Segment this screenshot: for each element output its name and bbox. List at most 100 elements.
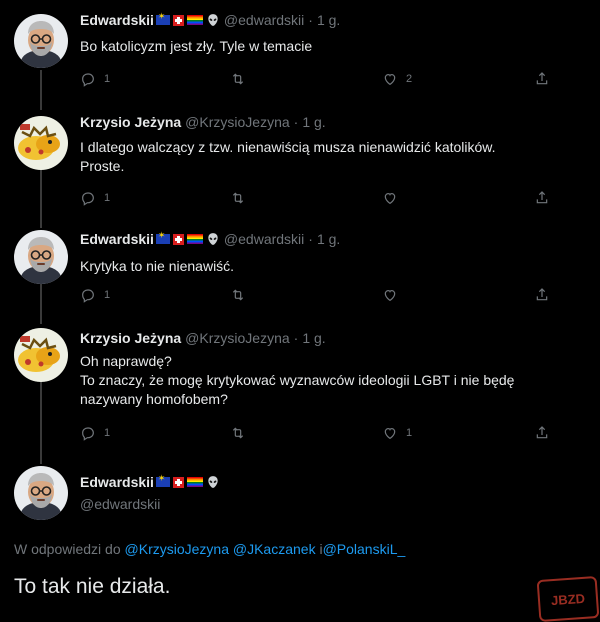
tweet-text-line: To znaczy, że mogę krytykować wyznawców … <box>80 372 515 388</box>
rainbow-flag-icon <box>186 234 203 244</box>
reply-prefix: W odpowiedzi do <box>14 541 121 557</box>
tweet-text-line: Oh naprawdę? <box>80 353 172 369</box>
like-button[interactable] <box>382 287 406 303</box>
retweet-button[interactable] <box>230 425 254 441</box>
avatar[interactable] <box>14 14 68 68</box>
tweet-header: Krzysio Jeżyna @KrzysioJezyna · 1 g. <box>80 114 326 130</box>
timestamp[interactable]: 1 g. <box>302 114 325 130</box>
tweet-text: Bo katolicyzm jest zły. Tyle w temacie <box>80 38 313 54</box>
retweet-button[interactable] <box>230 287 254 303</box>
retweet-icon <box>230 190 246 206</box>
action-bar: 1 1 <box>80 425 560 445</box>
reply-button[interactable]: 1 <box>80 287 110 303</box>
share-icon <box>534 71 550 87</box>
action-bar: 1 <box>80 287 560 307</box>
tweet[interactable]: Edwardskii @edwardskii · 1 g. Bo katolic… <box>0 0 600 112</box>
retweet-icon <box>230 287 246 303</box>
retweet-icon <box>230 425 246 441</box>
timestamp[interactable]: 1 g. <box>302 330 325 346</box>
tweet[interactable]: Krzysio Jeżyna @KrzysioJezyna · 1 g. Oh … <box>0 318 600 430</box>
mention-link[interactable]: @PolanskiL_ <box>323 541 406 557</box>
like-count: 1 <box>406 427 413 439</box>
tweet-header: Edwardskii @edwardskii · 1 g. <box>80 11 340 28</box>
like-icon <box>382 287 398 303</box>
action-bar: 1 <box>80 190 560 210</box>
reply-icon <box>80 190 96 206</box>
flag-emojis <box>155 11 220 27</box>
main-tweet-text: To tak nie działa. <box>14 575 171 598</box>
retweet-button[interactable] <box>230 71 254 87</box>
separator-dot: · <box>293 330 299 346</box>
display-name[interactable]: Krzysio Jeżyna <box>80 114 181 130</box>
timestamp[interactable]: 1 g. <box>317 231 340 247</box>
reply-button[interactable]: 1 <box>80 425 110 441</box>
share-button[interactable] <box>534 71 550 87</box>
reply-button[interactable]: 1 <box>80 190 110 206</box>
username[interactable]: @KrzysioJezyna <box>185 114 289 130</box>
reply-count: 1 <box>104 427 111 439</box>
like-button[interactable] <box>382 190 406 206</box>
retweet-button[interactable] <box>230 190 254 206</box>
separator-dot: · <box>308 12 313 28</box>
eu-flag-icon <box>155 11 170 25</box>
username[interactable]: @KrzysioJezyna <box>185 330 289 346</box>
swiss-flag-icon <box>172 233 184 245</box>
action-bar: 1 2 <box>80 71 560 91</box>
tweet-text: Krytyka to nie nienawiść. <box>80 258 235 274</box>
display-name[interactable]: Edwardskii <box>80 12 154 28</box>
share-button[interactable] <box>534 287 550 303</box>
avatar[interactable] <box>14 116 68 170</box>
tweet[interactable]: Krzysio Jeżyna @KrzysioJezyna · 1 g. I d… <box>0 102 600 214</box>
tweet-text-line: nazywany homofobem? <box>80 391 228 407</box>
share-button[interactable] <box>534 425 550 441</box>
tweet-header: Edwardskii @edwardskii · 1 g. <box>80 230 340 247</box>
avatar[interactable] <box>14 466 68 520</box>
flag-emojis <box>155 230 220 246</box>
username[interactable]: @edwardskii <box>80 496 160 512</box>
reply-count: 1 <box>104 73 111 85</box>
timestamp[interactable]: 1 g. <box>317 12 340 28</box>
swiss-flag-icon <box>172 476 184 488</box>
alien-icon <box>206 13 220 27</box>
username[interactable]: @edwardskii <box>224 231 304 247</box>
share-icon <box>534 425 550 441</box>
alien-icon <box>206 232 220 246</box>
reply-icon <box>80 425 96 441</box>
tweet-text: I dlatego walczący z tzw. nienawiścią mu… <box>80 138 496 176</box>
like-icon <box>382 190 398 206</box>
mention-link[interactable]: @KrzysioJezyna <box>125 541 229 557</box>
share-icon <box>534 190 550 206</box>
display-name[interactable]: Edwardskii <box>80 231 154 247</box>
retweet-icon <box>230 71 246 87</box>
share-icon <box>534 287 550 303</box>
like-button[interactable]: 2 <box>382 71 412 87</box>
rainbow-flag-icon <box>186 15 203 25</box>
flag-emojis <box>155 473 220 489</box>
reply-icon <box>80 71 96 87</box>
share-button[interactable] <box>534 190 550 206</box>
eu-flag-icon <box>155 473 170 487</box>
tweet-text-line: Proste. <box>80 158 125 174</box>
rainbow-flag-icon <box>186 477 203 487</box>
swiss-flag-icon <box>172 14 184 26</box>
like-icon <box>382 425 398 441</box>
separator-dot: · <box>308 231 313 247</box>
display-name[interactable]: Krzysio Jeżyna <box>80 330 181 346</box>
like-button[interactable]: 1 <box>382 425 412 441</box>
alien-icon <box>206 475 220 489</box>
watermark-logo: JBZD <box>536 575 600 622</box>
display-name[interactable]: Edwardskii <box>80 474 154 490</box>
mention-separator: i <box>315 541 323 557</box>
like-count: 2 <box>406 73 413 85</box>
mention-link[interactable]: @JKaczanek <box>233 541 316 557</box>
main-tweet-handle-row: @edwardskii <box>80 496 160 512</box>
tweet[interactable]: Edwardskii @edwardskii · 1 g. Krytyka to… <box>0 220 600 332</box>
eu-flag-icon <box>155 230 170 244</box>
avatar[interactable] <box>14 230 68 284</box>
tweet-text: Oh naprawdę? To znaczy, że mogę krytykow… <box>80 352 514 409</box>
reply-button[interactable]: 1 <box>80 71 110 87</box>
separator-dot: · <box>293 114 299 130</box>
avatar[interactable] <box>14 328 68 382</box>
username[interactable]: @edwardskii <box>224 12 304 28</box>
reply-icon <box>80 287 96 303</box>
